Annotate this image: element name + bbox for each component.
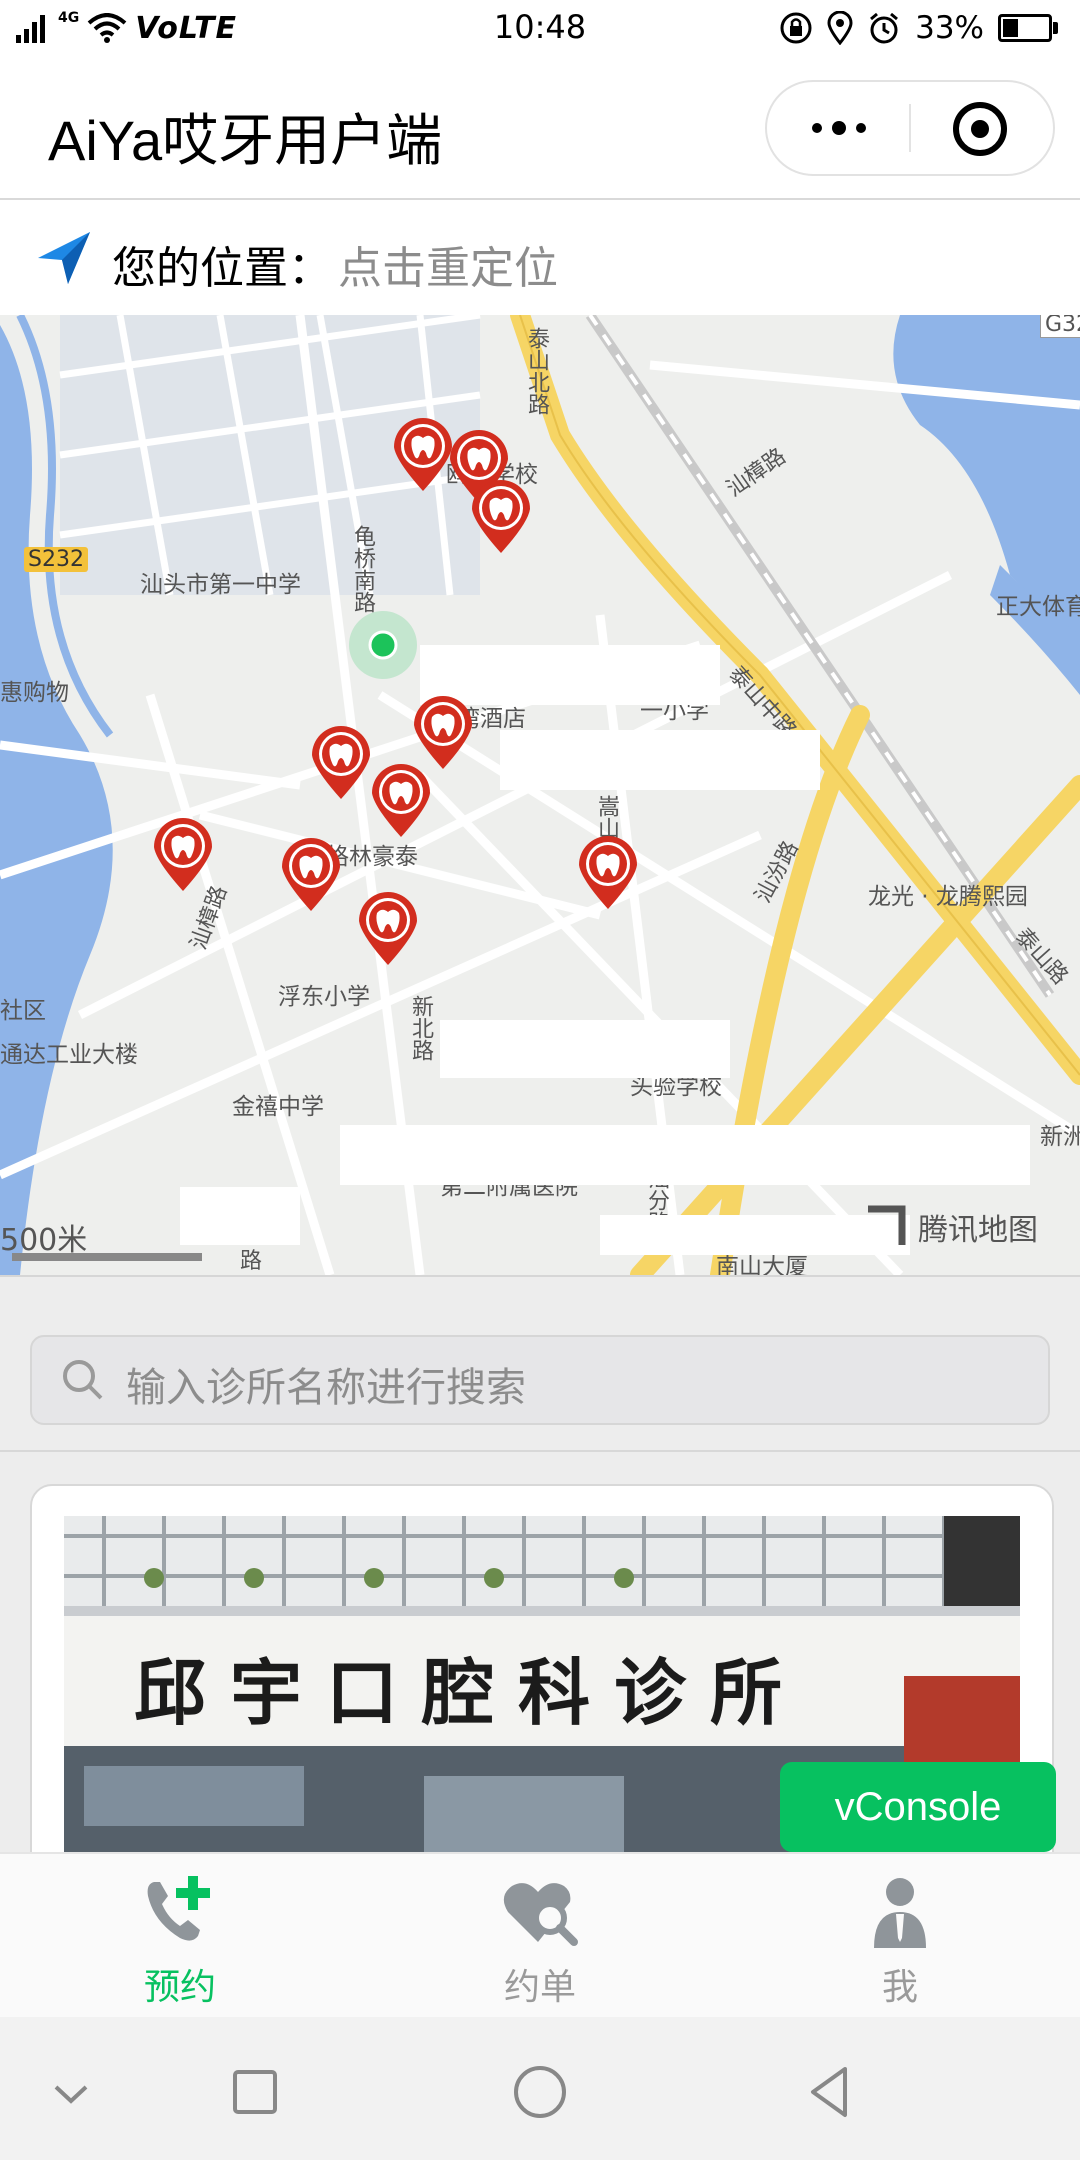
map-road-label: G32 (1040, 315, 1080, 338)
map-road-label: 泰山北路 (524, 327, 549, 415)
tab-appointment[interactable]: 预约 (60, 1854, 300, 2019)
search-area: 输入诊所名称进行搜索 (0, 1275, 1080, 1452)
tooth-marker-icon (359, 892, 417, 965)
map-road-label: S232 (24, 547, 88, 572)
clinic-marker[interactable] (410, 693, 476, 771)
clinic-marker[interactable] (308, 723, 374, 801)
close-miniprogram-icon[interactable] (953, 102, 1007, 156)
map-place-label: 龙光 · 龙腾熙园 (868, 884, 1028, 910)
more-icon[interactable] (807, 100, 871, 156)
location-icon (827, 11, 853, 45)
map-place-label: 金禧中学 (232, 1094, 324, 1120)
navigation-bar: AiYa哎牙用户端 (0, 56, 1080, 200)
tab-me[interactable]: 我 (780, 1854, 1020, 2019)
back-icon[interactable] (795, 2057, 865, 2127)
clinic-marker[interactable] (150, 815, 216, 893)
status-bar: 4G VoLTE 10:48 33% (0, 0, 1080, 56)
tencent-map-logo-icon (868, 1205, 906, 1245)
map-overlay (500, 730, 820, 790)
tooth-marker-icon (312, 726, 370, 799)
location-row[interactable]: 您的位置： 点击重定位 (0, 200, 1080, 315)
tab-orders[interactable]: 约单 (420, 1854, 660, 2019)
vconsole-button[interactable]: vConsole (780, 1762, 1056, 1852)
alarm-icon (870, 12, 899, 44)
search-placeholder: 输入诊所名称进行搜索 (126, 1365, 526, 1411)
map-overlay (180, 1187, 300, 1245)
tooth-marker-icon (372, 764, 430, 837)
clinic-marker[interactable] (575, 833, 641, 911)
battery-icon (998, 14, 1058, 42)
battery-level (1003, 19, 1018, 37)
capsule-divider (909, 104, 911, 152)
map-attribution-text: 腾讯地图 (918, 1213, 1038, 1248)
clinic-marker[interactable] (368, 761, 434, 839)
phone-plus-icon (147, 1876, 210, 1941)
map-place-label: 正大体育 (996, 594, 1080, 620)
clinic-sign-text: 邱宇口腔科诊所 (134, 1650, 807, 1735)
navigation-arrow-icon (38, 232, 90, 284)
map-place-label: 社区 (0, 998, 46, 1024)
tooth-marker-icon (414, 696, 472, 769)
map-place-label: 汕头市第一中学 (140, 572, 301, 598)
user-icon (874, 1878, 926, 1948)
down-chevron-icon[interactable] (36, 2057, 106, 2127)
battery-percent: 33% (915, 10, 984, 46)
tooth-marker-icon (154, 818, 212, 891)
map-overlay (440, 1020, 730, 1078)
clinic-marker[interactable] (278, 835, 344, 913)
more-dot (832, 121, 846, 135)
map-place-label: 通达工业大楼 (0, 1042, 138, 1068)
more-dot (812, 123, 822, 133)
tooth-marker-icon (282, 838, 340, 911)
tab-label: 约单 (503, 1967, 576, 2008)
map-scale-bar (12, 1253, 202, 1261)
recent-apps-icon[interactable] (220, 2057, 290, 2127)
map-place-label: 浮东小学 (278, 984, 370, 1010)
map-place-label: 惠购物 (0, 680, 69, 706)
relocate-link[interactable]: 点击重定位 (338, 232, 558, 296)
tab-bar: 预约 约单 我 (0, 1852, 1080, 2019)
close-dot (971, 120, 989, 138)
miniprogram-capsule (765, 80, 1055, 176)
system-navigation-bar (0, 2017, 1080, 2160)
tooth-marker-icon (579, 836, 637, 909)
map-view[interactable]: 鸥上学校 汕头市第一中学 惠购物 金湾酒店 格林豪泰 龙光 · 龙腾熙园 正大体… (0, 315, 1080, 1275)
clinic-marker[interactable] (468, 477, 534, 555)
map-attribution: 腾讯地图 (862, 1203, 1038, 1251)
more-dot (856, 123, 866, 133)
location-label: 您的位置： (112, 243, 332, 294)
tab-label: 我 (881, 1967, 918, 2008)
map-place-label: 新洲 (1040, 1124, 1080, 1150)
status-right: 33% (779, 8, 1058, 48)
home-icon[interactable] (505, 2057, 575, 2127)
clinic-marker[interactable] (355, 889, 421, 967)
page-title: AiYa哎牙用户端 (48, 109, 443, 172)
search-icon (63, 1360, 103, 1400)
map-road-label: 路 (240, 1249, 263, 1274)
lock-rotation-icon (780, 12, 812, 44)
map-road-label: 龟桥南路 (350, 525, 375, 613)
heart-search-icon (503, 1883, 578, 1946)
tab-label: 预约 (143, 1967, 216, 2008)
map-road-label: 新北路 (408, 995, 433, 1061)
map-overlay (340, 1125, 1030, 1185)
tooth-marker-icon (472, 480, 530, 553)
search-input[interactable]: 输入诊所名称进行搜索 (30, 1335, 1050, 1425)
